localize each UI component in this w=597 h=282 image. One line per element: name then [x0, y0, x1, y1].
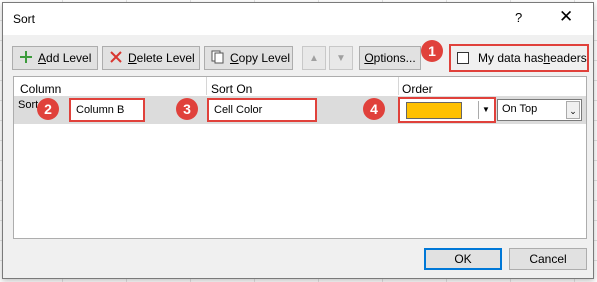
copy-icon: [211, 50, 225, 67]
sort-on-select[interactable]: Cell Color: [207, 98, 317, 122]
copy-level-accesskey: C: [230, 51, 239, 65]
move-down-button[interactable]: ▼: [329, 46, 353, 70]
column-header-order: Order: [402, 82, 433, 96]
move-up-button[interactable]: ▲: [302, 46, 326, 70]
headers-label-prefix: My data has: [478, 51, 544, 65]
options-accesskey: O: [364, 51, 374, 65]
color-swatch: [406, 102, 462, 119]
step-badge-2: 2: [37, 98, 59, 120]
column-header-column: Column: [20, 82, 62, 96]
add-level-button[interactable]: Add Level: [12, 46, 98, 70]
close-button[interactable]: ✕: [559, 7, 573, 27]
ok-button[interactable]: OK: [424, 248, 502, 270]
step-badge-3: 3: [176, 98, 198, 120]
chevron-down-icon[interactable]: ⌄: [566, 101, 580, 119]
column-header-sort-on: Sort On: [211, 82, 253, 96]
order-color-select[interactable]: ▼: [398, 97, 496, 123]
column-divider: [398, 77, 399, 95]
add-level-label: dd Level: [46, 51, 92, 65]
move-down-icon: ▼: [336, 52, 346, 64]
title-bar: Sort ? ✕: [3, 3, 593, 35]
delete-level-label: elete Level: [136, 51, 195, 65]
order-position-value: On Top: [502, 103, 538, 115]
headers-label-rest: eaders: [550, 51, 587, 65]
order-position-select[interactable]: On Top ⌄: [497, 99, 582, 121]
copy-level-label: opy Level: [238, 51, 291, 65]
step-badge-4: 4: [363, 98, 385, 120]
column-divider: [206, 77, 207, 95]
delete-x-icon: [109, 50, 123, 67]
help-button[interactable]: ?: [515, 10, 522, 25]
options-label: ptions...: [373, 51, 416, 65]
move-up-icon: ▲: [309, 52, 319, 64]
headers-accesskey: h: [543, 51, 551, 65]
dialog-title: Sort: [13, 12, 36, 26]
column-select[interactable]: Column B: [69, 98, 145, 122]
chevron-down-icon[interactable]: ▼: [478, 101, 493, 119]
delete-level-button[interactable]: Delete Level: [102, 46, 200, 70]
options-button[interactable]: Options...: [359, 46, 421, 70]
add-level-accesskey: A: [38, 51, 47, 65]
cancel-button[interactable]: Cancel: [509, 248, 587, 270]
sort-levels-panel: Column Sort On Order Sort by Column B Ce…: [13, 76, 587, 239]
my-data-has-headers-option[interactable]: My data has h eaders: [449, 44, 589, 72]
copy-level-button[interactable]: Copy Level: [204, 46, 293, 70]
delete-level-accesskey: D: [128, 51, 137, 65]
sort-dialog: Sort ? ✕ Add Level Delete Level Copy Lev…: [2, 2, 594, 279]
plus-icon: [19, 50, 33, 67]
headers-checkbox[interactable]: [457, 52, 469, 64]
step-badge-1: 1: [421, 40, 443, 62]
